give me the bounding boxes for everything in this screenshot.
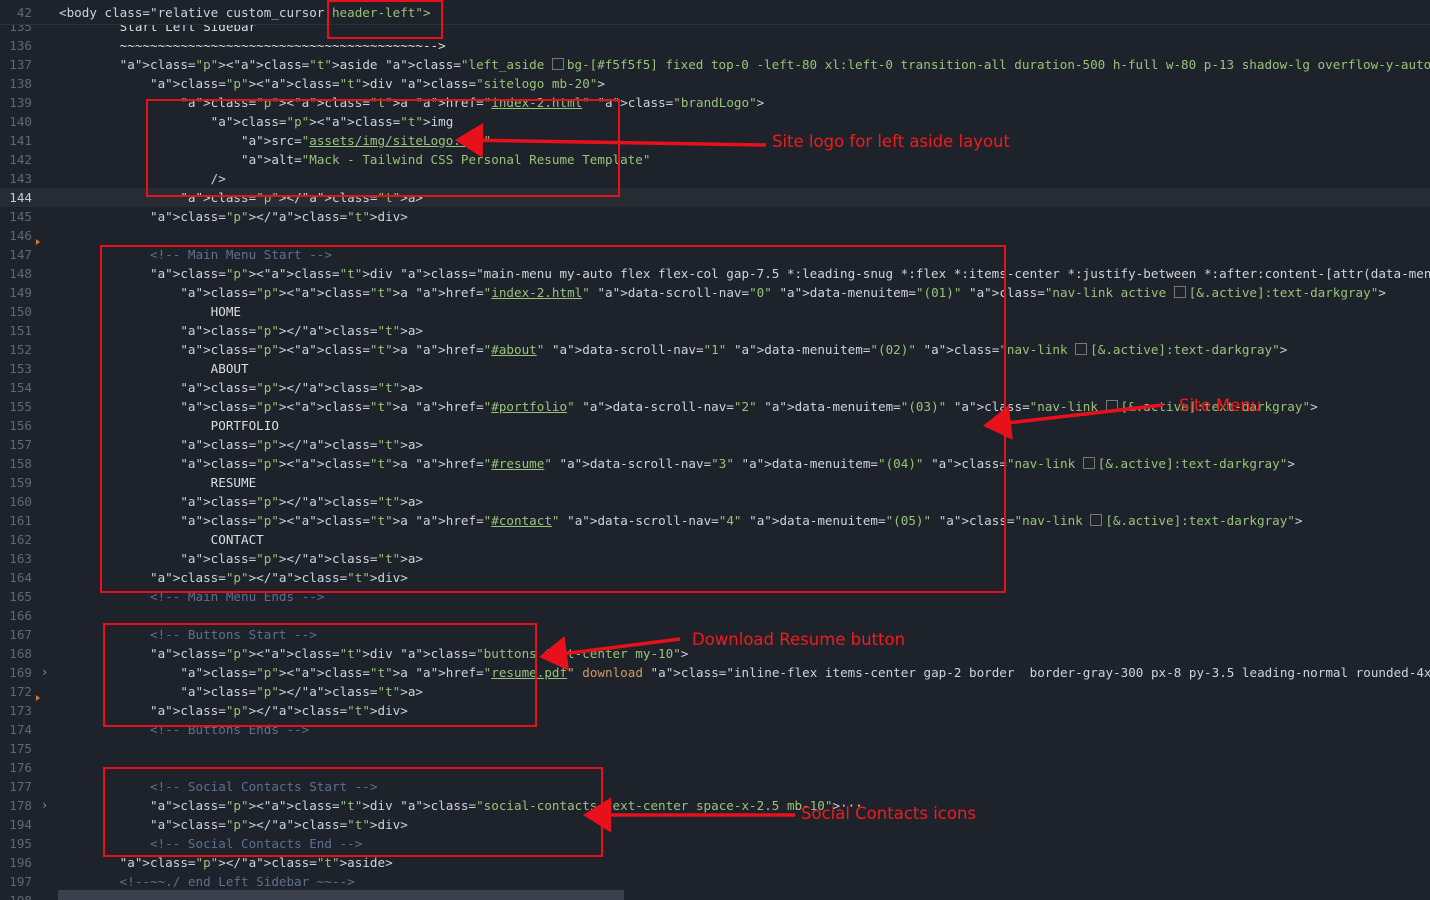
menu-annotation: Site Menu xyxy=(1179,396,1262,415)
logo-annotation: Site logo for left aside layout xyxy=(772,132,1010,151)
social-annotation: Social Contacts icons xyxy=(801,804,977,823)
annotation-arrows xyxy=(455,122,1164,833)
menu-arrow xyxy=(983,403,1164,440)
logo-arrow xyxy=(455,122,767,158)
download-arrow xyxy=(539,635,681,671)
download-annotation: Download Resume button xyxy=(692,630,906,649)
